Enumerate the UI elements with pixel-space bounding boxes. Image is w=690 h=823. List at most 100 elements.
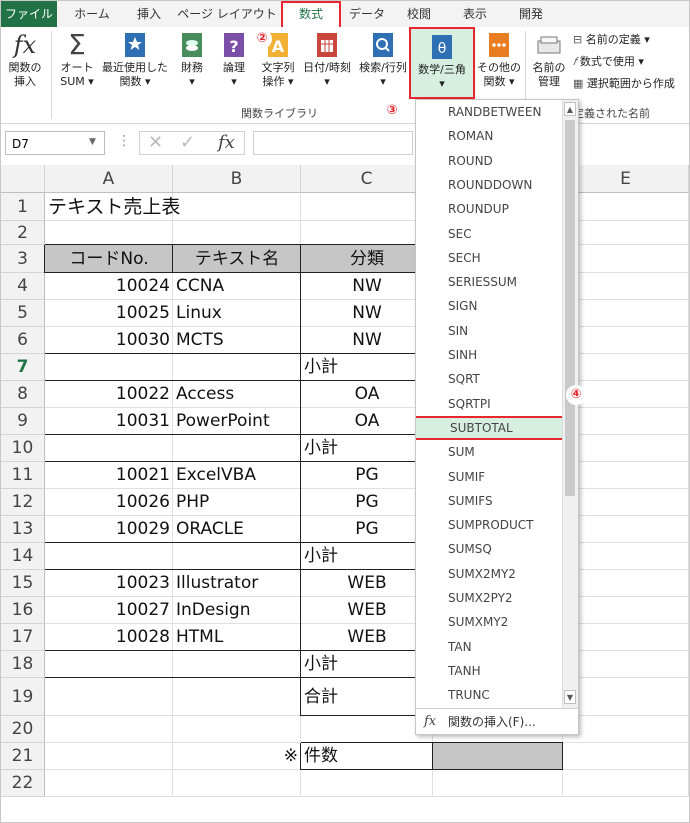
column-header-c[interactable]: C — [301, 165, 433, 193]
tab-developer[interactable]: 開発 — [505, 1, 557, 27]
scroll-up-icon[interactable]: ▲ — [564, 102, 576, 116]
function-menu-item[interactable]: RANDBETWEEN — [416, 100, 562, 124]
function-menu-item[interactable]: SUM — [416, 440, 562, 464]
function-menu-item[interactable]: SIN — [416, 319, 562, 343]
cancel-icon[interactable]: ✕ — [148, 132, 163, 153]
use-in-formula-button[interactable]: 𝑓 数式で使用 ▾ — [573, 53, 644, 71]
select-all-corner[interactable] — [1, 165, 45, 193]
name-cell[interactable]: CCNA — [176, 273, 298, 300]
count-label-cell[interactable]: 件数 — [304, 743, 430, 770]
header-code-cell[interactable]: コードNo. — [48, 245, 170, 273]
tab-home[interactable]: ホーム — [61, 1, 123, 27]
function-menu-item[interactable]: TANH — [416, 659, 562, 683]
subtotal-label-cell[interactable]: 小計 — [304, 354, 430, 381]
code-cell[interactable]: 10030 — [48, 327, 170, 354]
scroll-down-icon[interactable]: ▼ — [564, 690, 576, 704]
function-menu-item[interactable]: SINH — [416, 343, 562, 367]
row-header[interactable]: 2 — [1, 221, 45, 245]
category-cell[interactable]: OA — [304, 381, 430, 408]
tab-page-layout[interactable]: ページ レイアウト — [177, 1, 277, 27]
column-header-a[interactable]: A — [45, 165, 173, 193]
function-menu-item[interactable]: SUMX2PY2 — [416, 586, 562, 610]
name-cell[interactable]: Linux — [176, 300, 298, 327]
header-category-cell[interactable]: 分類 — [304, 245, 430, 273]
function-menu-item[interactable]: ROUNDDOWN — [416, 173, 562, 197]
name-cell[interactable]: PowerPoint — [176, 408, 298, 435]
row-header[interactable]: 6 — [1, 327, 45, 354]
header-name-cell[interactable]: テキスト名 — [176, 245, 298, 273]
math-trig-button[interactable]: θ 数学/三角 ▾ — [409, 27, 475, 99]
code-cell[interactable]: 10026 — [48, 489, 170, 516]
sheet-title[interactable]: テキスト売上表 — [48, 193, 288, 221]
function-menu-item[interactable]: SUMIF — [416, 465, 562, 489]
row-header[interactable]: 13 — [1, 516, 45, 543]
row-header[interactable]: 9 — [1, 408, 45, 435]
row-header[interactable]: 15 — [1, 570, 45, 597]
logical-button[interactable]: ? 論理 ▾ — [215, 31, 253, 89]
category-cell[interactable]: PG — [304, 462, 430, 489]
category-cell[interactable]: WEB — [304, 570, 430, 597]
name-cell[interactable]: PHP — [176, 489, 298, 516]
code-cell[interactable]: 10027 — [48, 597, 170, 624]
subtotal-label-cell[interactable]: 小計 — [304, 651, 430, 678]
count-result-cell[interactable] — [433, 743, 562, 769]
function-menu-item[interactable]: SQRTPI — [416, 392, 562, 416]
row-header[interactable]: 11 — [1, 462, 45, 489]
more-functions-button[interactable]: その他の 関数 ▾ — [477, 31, 521, 89]
row-header[interactable]: 14 — [1, 543, 45, 570]
code-cell[interactable]: 10021 — [48, 462, 170, 489]
tab-file[interactable]: ファイル — [1, 1, 57, 27]
fx-formula-icon[interactable]: fx — [218, 132, 235, 153]
insert-function-menu-item[interactable]: fx 関数の挿入(F)... — [416, 708, 578, 734]
row-header[interactable]: 16 — [1, 597, 45, 624]
row-header[interactable]: 21 — [1, 743, 45, 770]
name-cell[interactable]: ExcelVBA — [176, 462, 298, 489]
function-menu-item[interactable]: SUMPRODUCT — [416, 513, 562, 537]
function-menu-item[interactable]: SERIESSUM — [416, 270, 562, 294]
function-menu-item[interactable]: SQRT — [416, 367, 562, 391]
name-manager-button[interactable]: 名前の 管理 — [529, 31, 569, 89]
tab-formulas[interactable]: 数式 — [281, 1, 341, 27]
function-menu-item[interactable]: SUMIFS — [416, 489, 562, 513]
row-header[interactable]: 12 — [1, 489, 45, 516]
code-cell[interactable]: 10022 — [48, 381, 170, 408]
category-cell[interactable]: NW — [304, 327, 430, 354]
category-cell[interactable]: OA — [304, 408, 430, 435]
function-menu-item[interactable]: ROMAN — [416, 124, 562, 148]
insert-function-button[interactable]: fx 関数の 挿入 — [3, 31, 47, 89]
function-menu-item[interactable]: TRUNC — [416, 683, 562, 707]
chevron-down-icon[interactable]: ▼ — [89, 137, 96, 147]
name-cell[interactable]: InDesign — [176, 597, 298, 624]
code-cell[interactable]: 10028 — [48, 624, 170, 651]
row-header[interactable]: 20 — [1, 716, 45, 743]
row-header[interactable]: 18 — [1, 651, 45, 678]
function-menu-item[interactable]: TAN — [416, 635, 562, 659]
category-cell[interactable]: WEB — [304, 624, 430, 651]
code-cell[interactable]: 10025 — [48, 300, 170, 327]
code-cell[interactable]: 10023 — [48, 570, 170, 597]
function-menu-item[interactable]: SEC — [416, 222, 562, 246]
row-header[interactable]: 22 — [1, 770, 45, 797]
code-cell[interactable]: 10031 — [48, 408, 170, 435]
formula-input[interactable] — [253, 131, 413, 155]
scroll-thumb[interactable] — [565, 120, 575, 496]
code-cell[interactable]: 10029 — [48, 516, 170, 543]
function-menu-item[interactable]: SIGN — [416, 294, 562, 318]
note-mark-cell[interactable]: ※ — [176, 743, 298, 770]
row-header[interactable]: 3 — [1, 245, 45, 273]
category-cell[interactable]: NW — [304, 273, 430, 300]
recent-functions-button[interactable]: 最近使用した 関数 ▾ — [99, 31, 171, 89]
tab-view[interactable]: 表示 — [449, 1, 501, 27]
category-cell[interactable]: PG — [304, 516, 430, 543]
name-cell[interactable]: Access — [176, 381, 298, 408]
category-cell[interactable]: WEB — [304, 597, 430, 624]
subtotal-label-cell[interactable]: 小計 — [304, 435, 430, 462]
name-cell[interactable]: MCTS — [176, 327, 298, 354]
define-name-button[interactable]: ⊟ 名前の定義 ▾ — [573, 31, 650, 49]
function-menu-item[interactable]: SUMSQ — [416, 537, 562, 561]
create-from-selection-button[interactable]: ▦ 選択範囲から作成 — [573, 75, 675, 93]
row-header[interactable]: 8 — [1, 381, 45, 408]
function-menu-item[interactable]: ROUNDUP — [416, 197, 562, 221]
function-menu-item[interactable]: ROUND — [416, 149, 562, 173]
lookup-reference-button[interactable]: 検索/行列 ▾ — [357, 31, 409, 89]
